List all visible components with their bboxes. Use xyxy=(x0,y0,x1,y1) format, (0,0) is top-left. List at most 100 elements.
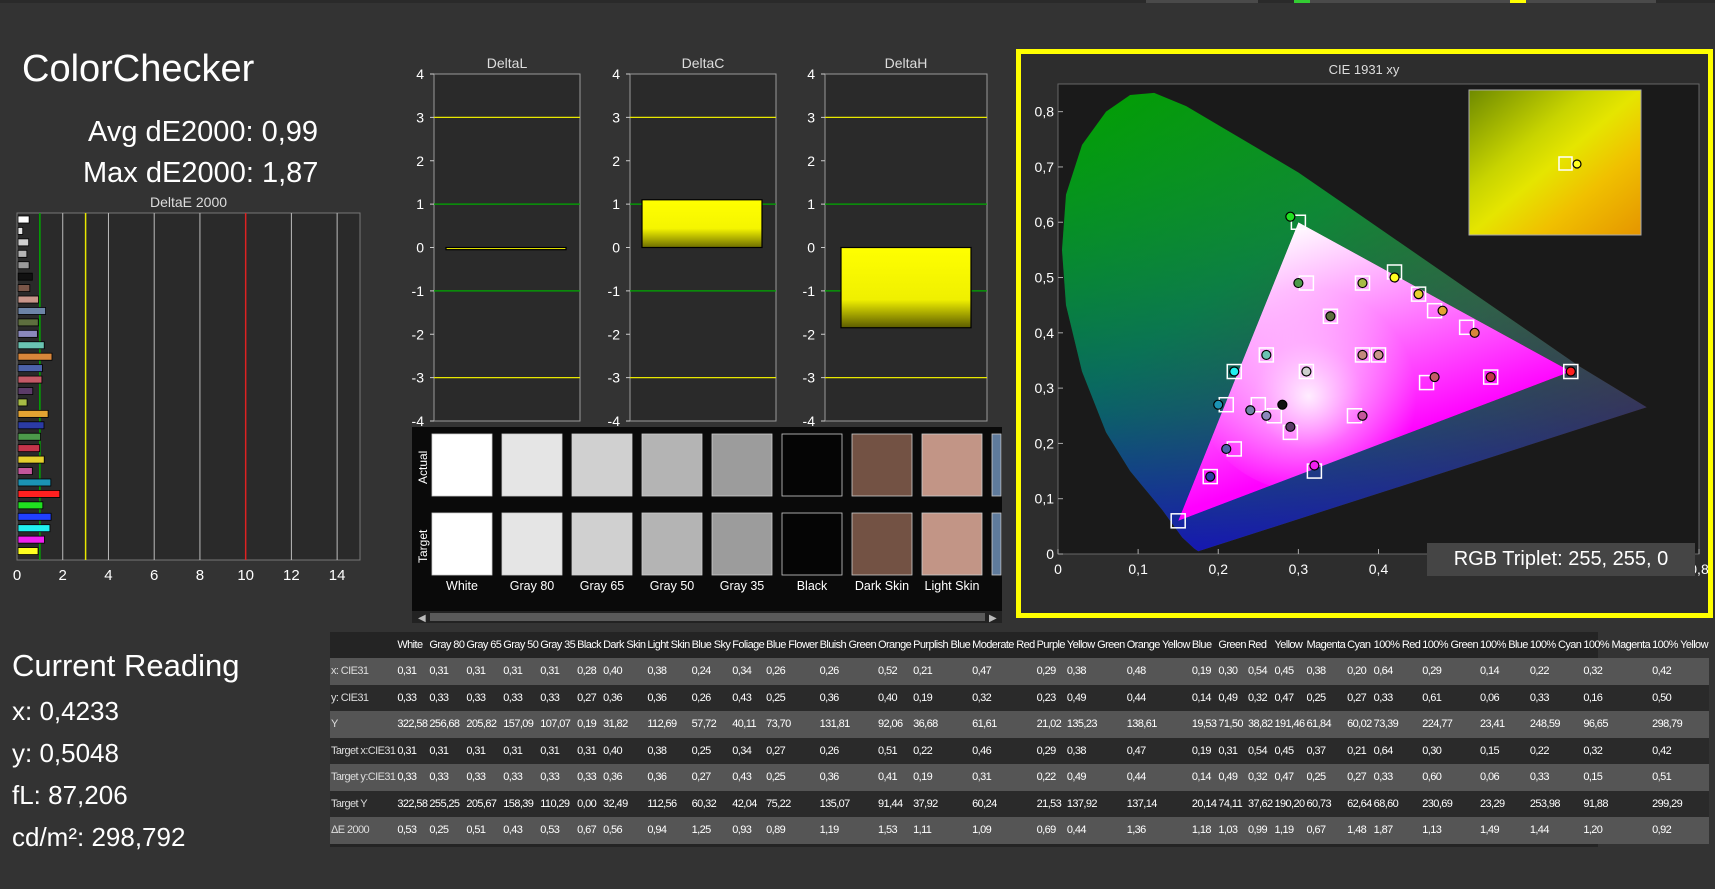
cie-y-tick-label: 0,8 xyxy=(1035,104,1055,120)
table-cell: 0,69 xyxy=(1035,817,1066,844)
table-column-header: 100% Red xyxy=(1373,639,1421,651)
cie-actual-marker xyxy=(1285,421,1296,432)
cie-actual-marker xyxy=(1261,349,1272,361)
swatch-actual xyxy=(571,433,633,497)
table-cell: 0,29 xyxy=(1035,658,1066,685)
cie-zoom-inset xyxy=(1468,89,1642,236)
table-column-header: Blue Flower xyxy=(766,639,818,651)
deltac-y-tick-label: 0 xyxy=(612,240,620,256)
cie-actual-marker xyxy=(1429,371,1440,383)
cie-actual-marker xyxy=(1277,399,1288,410)
table-cell: 0,42 xyxy=(1651,658,1709,685)
swatch-actual xyxy=(781,433,843,497)
deltac-y-tick-label: -1 xyxy=(608,283,621,299)
table-cell: 0,32 xyxy=(1246,684,1274,711)
cie-y-tick-label: 0,7 xyxy=(1035,159,1055,175)
table-row: Y 322,58 256,68 205,82 157,09 107,07 0,19 31,82… xyxy=(330,711,1709,738)
table-cell: 60,02 xyxy=(1346,711,1373,738)
deltah-y-tick-label: -3 xyxy=(803,370,816,386)
deltac-y-tick-label: -3 xyxy=(608,370,621,386)
table-cell: 0,21 xyxy=(1346,737,1373,764)
cie-actual-marker xyxy=(1205,471,1216,482)
table-cell: 0,25 xyxy=(765,764,819,791)
deltae-bar xyxy=(17,238,30,247)
table-column-header: 100% Blue xyxy=(1480,639,1528,651)
cie-actual-marker xyxy=(1437,305,1448,316)
table-cell: 60,24 xyxy=(971,790,1036,817)
table-column-header: Gray 65 xyxy=(466,639,502,651)
table-cell: 1,18 xyxy=(1190,817,1218,844)
table-cell: 0,47 xyxy=(1125,737,1191,764)
table-cell: 0,28 xyxy=(576,658,603,685)
table-cell: 0,43 xyxy=(731,764,766,791)
table-cell: 23,41 xyxy=(1479,711,1529,738)
swatch-actual xyxy=(711,433,773,497)
deltae-x-tick-label: 6 xyxy=(150,567,158,584)
table-cell: 107,07 xyxy=(539,711,577,738)
cie-x-tick-label: 0,2 xyxy=(1209,561,1229,577)
swatch-row-label-target: Target xyxy=(416,529,430,563)
table-cell: 61,84 xyxy=(1305,711,1347,738)
table-cell: 0,16 xyxy=(1582,684,1652,711)
table-cell: 1,20 xyxy=(1582,817,1652,844)
table-cell: 0,89 xyxy=(765,817,819,844)
cie-actual-marker xyxy=(1213,399,1224,410)
deltae-bar xyxy=(17,364,43,373)
table-cell: 0,44 xyxy=(1125,684,1191,711)
table-cell: 0,33 xyxy=(396,764,429,791)
table-cell: 0,06 xyxy=(1479,764,1529,791)
table-cell: 1,87 xyxy=(1372,817,1422,844)
table-cell: 0,32 xyxy=(1582,658,1652,685)
table-cell: 0,92 xyxy=(1651,817,1709,844)
table-cell: 1,44 xyxy=(1528,817,1583,844)
deltal-y-tick-label: -2 xyxy=(412,326,425,342)
table-cell: 0,19 xyxy=(1190,737,1218,764)
table-cell: 0,33 xyxy=(539,764,577,791)
table-cell: 0,34 xyxy=(731,737,766,764)
swatch-label: Gray 35 xyxy=(720,579,765,593)
cie-y-tick-label: 0,3 xyxy=(1035,380,1055,396)
table-cell: 0,99 xyxy=(1246,817,1274,844)
deltae-bar xyxy=(17,295,39,304)
deltae-bar xyxy=(17,547,39,555)
table-cell: 0,51 xyxy=(877,737,913,764)
table-cell: 36,68 xyxy=(912,711,972,738)
table-cell: 0,36 xyxy=(602,764,647,791)
table-cell: 0,25 xyxy=(765,684,819,711)
table-cell: 0,67 xyxy=(1305,817,1347,844)
table-cell: 0,47 xyxy=(1273,764,1306,791)
table-cell: 191,46 xyxy=(1273,711,1306,738)
deltae-bar xyxy=(17,341,45,350)
cie-actual-marker xyxy=(1469,327,1480,338)
table-column-header: Purplish Blue xyxy=(913,639,971,651)
cie-actual-marker xyxy=(1357,349,1368,361)
table-cell: 71,50 xyxy=(1217,711,1247,738)
rgb-triplet-readout: RGB Triplet: 255, 255, 0 xyxy=(1427,543,1695,576)
table-column-header: Red xyxy=(1247,639,1267,651)
table-cell: 62,64 xyxy=(1346,790,1373,817)
cie-x-tick-label: 0,4 xyxy=(1369,561,1389,577)
deltae-bar xyxy=(17,409,49,418)
table-cell: 112,56 xyxy=(646,790,691,817)
deltae-bar xyxy=(17,489,61,498)
table-column-header: 100% Cyan xyxy=(1529,639,1582,651)
cie-actual-marker xyxy=(1221,443,1232,455)
table-row-header: Target x:CIE31 xyxy=(330,737,397,764)
deltal-y-tick-label: 1 xyxy=(416,196,424,212)
cie-actual-marker xyxy=(1293,277,1304,289)
table-cell: 0,94 xyxy=(646,817,691,844)
cie-chart-title: CIE 1931 xy xyxy=(1329,62,1400,77)
deltac-y-tick-label: -2 xyxy=(608,326,621,342)
cie-actual-marker xyxy=(1389,272,1400,283)
table-cell: 0,36 xyxy=(646,684,691,711)
cie-actual-marker xyxy=(1413,289,1424,300)
table-cell: 0,20 xyxy=(1346,658,1373,685)
swatch-actual xyxy=(921,433,983,497)
swatch-label: Black xyxy=(797,579,828,593)
swatch-label: White xyxy=(446,579,478,593)
cie-x-tick-label: 0,3 xyxy=(1289,561,1309,577)
table-column-header: Blue xyxy=(1191,639,1212,651)
table-cell: 0,52 xyxy=(877,658,913,685)
table-cell: 0,60 xyxy=(1421,764,1480,791)
table-cell: 91,88 xyxy=(1582,790,1652,817)
